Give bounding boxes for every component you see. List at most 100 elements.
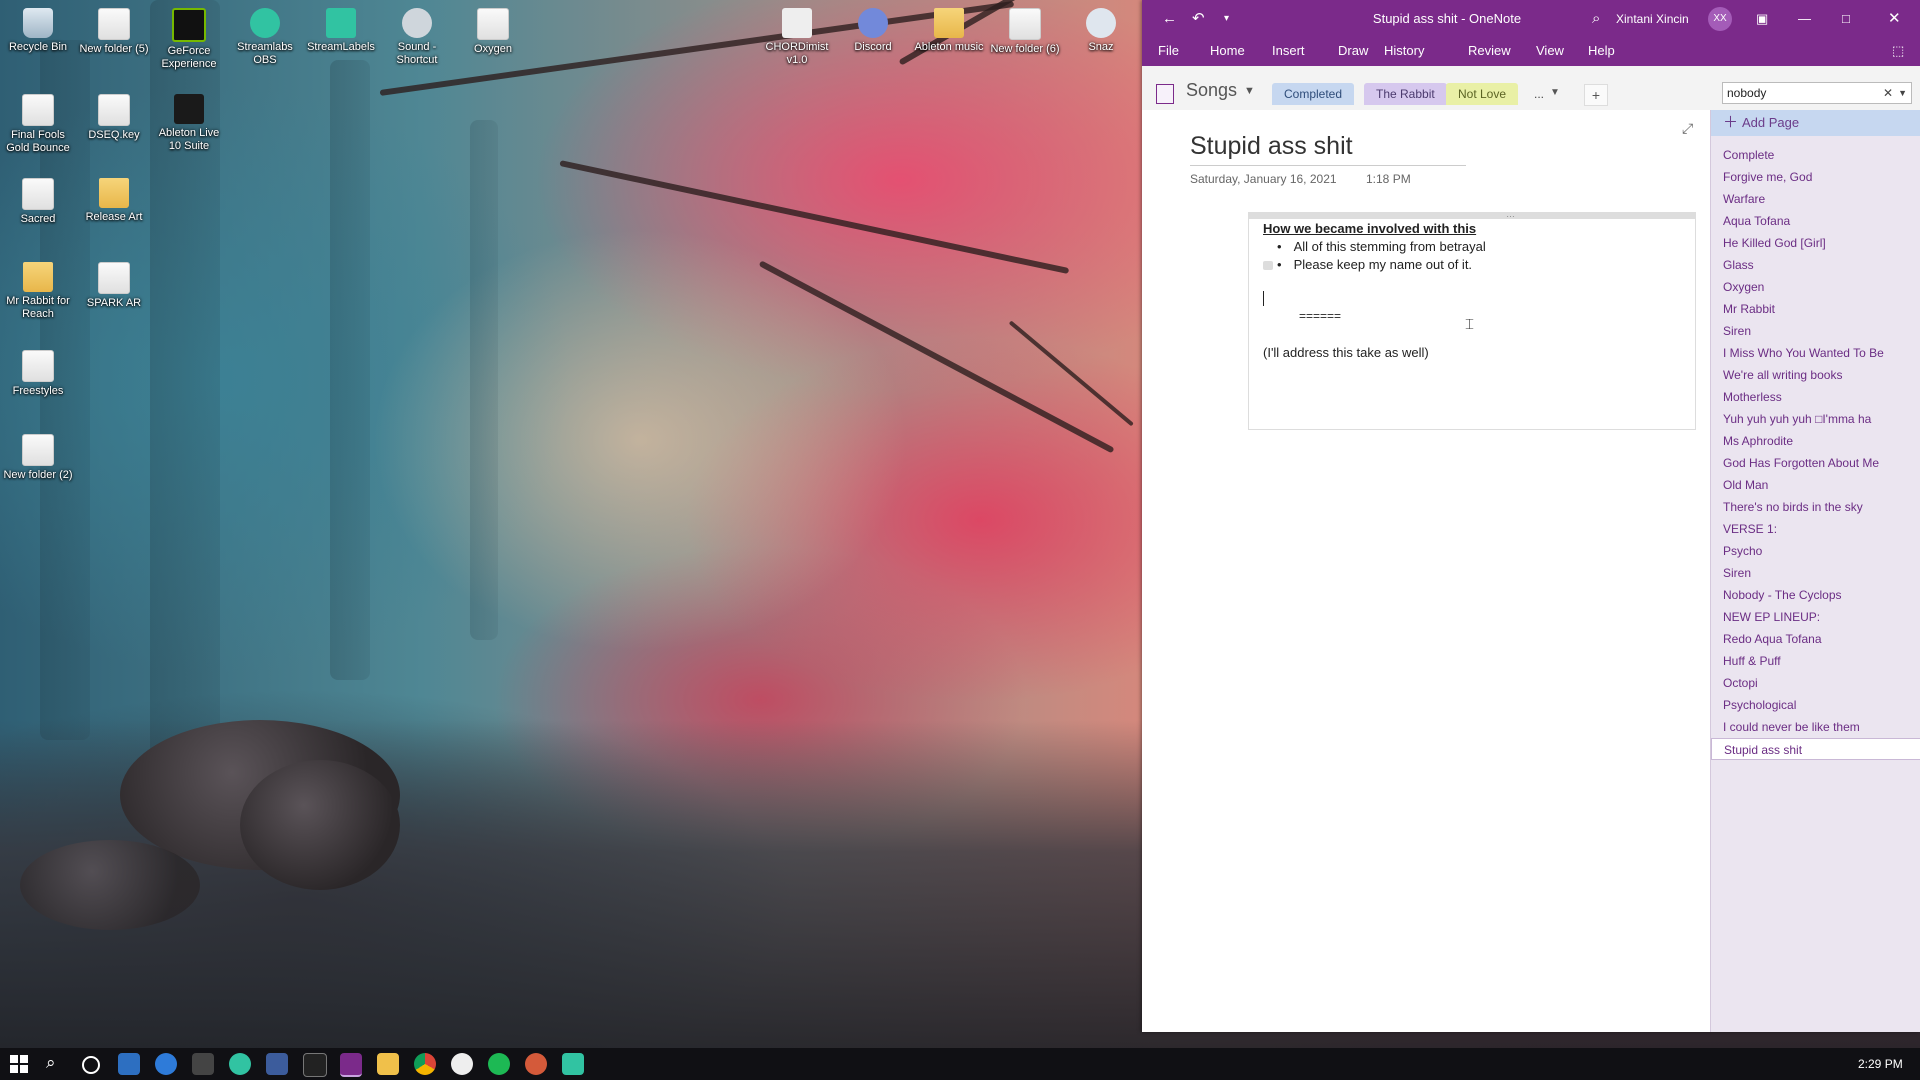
tab-file[interactable]: File	[1158, 38, 1179, 64]
search-icon[interactable]: ⌕	[1592, 0, 1600, 38]
page-list-item[interactable]: Motherless	[1711, 386, 1920, 408]
desktop-icon-oxygen[interactable]: Oxygen	[456, 8, 530, 56]
desktop-icon-new-folder-6[interactable]: New folder (6)	[988, 8, 1062, 56]
desktop-icon-sacred[interactable]: Sacred	[1, 178, 75, 226]
page-list-item[interactable]: Ms Aphrodite	[1711, 430, 1920, 452]
back-icon[interactable]: ←	[1162, 0, 1177, 38]
page-list-item[interactable]: There's no birds in the sky	[1711, 496, 1920, 518]
notebook-dropdown-icon[interactable]: ▼	[1244, 85, 1255, 97]
quick-access-dropdown-icon[interactable]: ▾	[1224, 0, 1229, 38]
page-list-item[interactable]: Octopi	[1711, 672, 1920, 694]
desktop-icon-chordimist[interactable]: CHORDimist v1.0	[760, 8, 834, 67]
desktop-icon-release-art[interactable]: Release Art	[77, 178, 151, 224]
clock[interactable]: 2:29 PM	[1858, 1057, 1903, 1071]
ableton-taskbar-icon[interactable]	[303, 1053, 327, 1077]
desktop-icon-freestyles[interactable]: Freestyles	[1, 350, 75, 398]
edge-icon[interactable]	[155, 1053, 177, 1075]
search-input[interactable]: nobody ✕ ▼	[1722, 82, 1912, 104]
page-list-item[interactable]: Huff & Puff	[1711, 650, 1920, 672]
page-list-item[interactable]: Redo Aqua Tofana	[1711, 628, 1920, 650]
page-list-item[interactable]: He Killed God [Girl]	[1711, 232, 1920, 254]
desktop-icon-new-folder-5[interactable]: New folder (5)	[77, 8, 151, 56]
desktop-icon-mr-rabbit-for-reach[interactable]: Mr Rabbit for Reach	[1, 262, 75, 321]
page-list-item[interactable]: Psychological	[1711, 694, 1920, 716]
search-icon[interactable]: ⌕	[46, 1053, 56, 1073]
tab-view[interactable]: View	[1536, 38, 1564, 64]
section-tab-not-love[interactable]: Not Love	[1446, 83, 1519, 105]
page-list-item[interactable]: Siren	[1711, 320, 1920, 342]
list-item[interactable]: • All of this stemming from betrayal	[1277, 239, 1486, 254]
page-list-item[interactable]: NEW EP LINEUP:	[1711, 606, 1920, 628]
ribbon-display-icon[interactable]: ▣	[1756, 0, 1768, 38]
page-list-item[interactable]: Warfare	[1711, 188, 1920, 210]
clear-search-icon[interactable]: ✕	[1883, 83, 1893, 103]
section-dropdown-icon[interactable]: ▼	[1550, 87, 1560, 98]
obs-icon[interactable]	[192, 1053, 214, 1075]
tab-home[interactable]: Home	[1210, 38, 1245, 64]
page-list-item[interactable]: Oxygen	[1711, 276, 1920, 298]
tab-help[interactable]: Help	[1588, 38, 1615, 64]
tab-history[interactable]: History	[1384, 38, 1424, 64]
undo-icon[interactable]: ↶	[1192, 0, 1205, 38]
page-list-item[interactable]: Nobody - The Cyclops	[1711, 584, 1920, 606]
desktop-icon-dseq-key[interactable]: DSEQ.key	[77, 94, 151, 142]
file-explorer-icon[interactable]	[377, 1053, 399, 1075]
streamlabels-taskbar-icon[interactable]	[562, 1053, 584, 1075]
page-list-item[interactable]: Glass	[1711, 254, 1920, 276]
closing-text[interactable]: (I'll address this take as well)	[1263, 345, 1429, 360]
page-list-item[interactable]: I Miss Who You Wanted To Be	[1711, 342, 1920, 364]
task-view-icon[interactable]	[118, 1053, 140, 1075]
full-page-view-icon[interactable]: ⤢	[1682, 120, 1693, 137]
desktop-icon-ableton-music[interactable]: Ableton music	[912, 8, 986, 54]
user-name[interactable]: Xintani Xincin	[1616, 0, 1689, 38]
search-scope-dropdown-icon[interactable]: ▼	[1898, 83, 1907, 103]
add-section-button[interactable]: +	[1584, 84, 1608, 106]
page-list-item[interactable]: Mr Rabbit	[1711, 298, 1920, 320]
paragraph-handle-icon[interactable]	[1263, 261, 1273, 270]
page-list-item[interactable]: I could never be like them	[1711, 716, 1920, 738]
desktop-icon-final-fools-gold[interactable]: Final Fools Gold Bounce	[1, 94, 75, 155]
page-list-item[interactable]: Forgive me, God	[1711, 166, 1920, 188]
page-list-item[interactable]: Psycho	[1711, 540, 1920, 562]
section-tab-completed[interactable]: Completed	[1272, 83, 1355, 105]
page-list-item[interactable]: God Has Forgotten About Me	[1711, 452, 1920, 474]
tab-draw[interactable]: Draw	[1338, 38, 1368, 64]
page-list-item[interactable]: Complete	[1711, 144, 1920, 166]
desktop-icon-streamlabels[interactable]: StreamLabels	[304, 8, 378, 54]
minimize-icon[interactable]: —	[1798, 0, 1811, 38]
photos-icon[interactable]	[266, 1053, 288, 1075]
desktop-icon-recycle-bin[interactable]: Recycle Bin	[1, 8, 75, 54]
page-list-item-selected[interactable]: Stupid ass shit	[1711, 738, 1920, 760]
page-list-item[interactable]: Yuh yuh yuh yuh □I'mma ha	[1711, 408, 1920, 430]
media-player-icon[interactable]	[525, 1053, 547, 1075]
desktop-icon-discord[interactable]: Discord	[836, 8, 910, 54]
note-heading[interactable]: How we became involved with this	[1263, 221, 1476, 236]
maximize-icon[interactable]: □	[1842, 0, 1850, 38]
page-list-item[interactable]: We're all writing books	[1711, 364, 1920, 386]
desktop-icon-spark-ar[interactable]: SPARK AR	[77, 262, 151, 310]
expand-ribbon-icon[interactable]: ⬚	[1892, 38, 1904, 64]
user-avatar[interactable]: XX	[1708, 7, 1732, 31]
page-list-item[interactable]: Aqua Tofana	[1711, 210, 1920, 232]
page-canvas[interactable]: ⤢ Stupid ass shit Saturday, January 16, …	[1142, 110, 1710, 1032]
desktop-icon-new-folder-2[interactable]: New folder (2)	[1, 434, 75, 482]
notebook-name[interactable]: Songs	[1186, 80, 1237, 101]
add-page-button[interactable]: ＋ Add Page	[1711, 110, 1920, 136]
tab-insert[interactable]: Insert	[1272, 38, 1305, 64]
section-tab-the-rabbit[interactable]: The Rabbit	[1364, 83, 1447, 105]
chrome-icon[interactable]	[414, 1053, 436, 1075]
page-list-item[interactable]: Old Man	[1711, 474, 1920, 496]
onenote-taskbar-icon[interactable]	[340, 1053, 362, 1077]
page-title[interactable]: Stupid ass shit	[1190, 132, 1353, 161]
container-drag-handle[interactable]: …	[1506, 209, 1515, 219]
desktop-icon-geforce[interactable]: GeForce Experience	[152, 8, 226, 71]
close-icon[interactable]: ✕	[1888, 0, 1901, 38]
separator-text[interactable]: ======	[1299, 309, 1341, 323]
desktop-icon-snaz[interactable]: Snaz	[1064, 8, 1138, 54]
desktop-icon-ableton-live[interactable]: Ableton Live 10 Suite	[152, 94, 226, 153]
cortana-icon[interactable]	[82, 1056, 100, 1074]
page-list-item[interactable]: VERSE 1:	[1711, 518, 1920, 540]
app-icon[interactable]	[451, 1053, 473, 1075]
spotify-icon[interactable]	[488, 1053, 510, 1075]
start-icon[interactable]	[10, 1055, 28, 1073]
